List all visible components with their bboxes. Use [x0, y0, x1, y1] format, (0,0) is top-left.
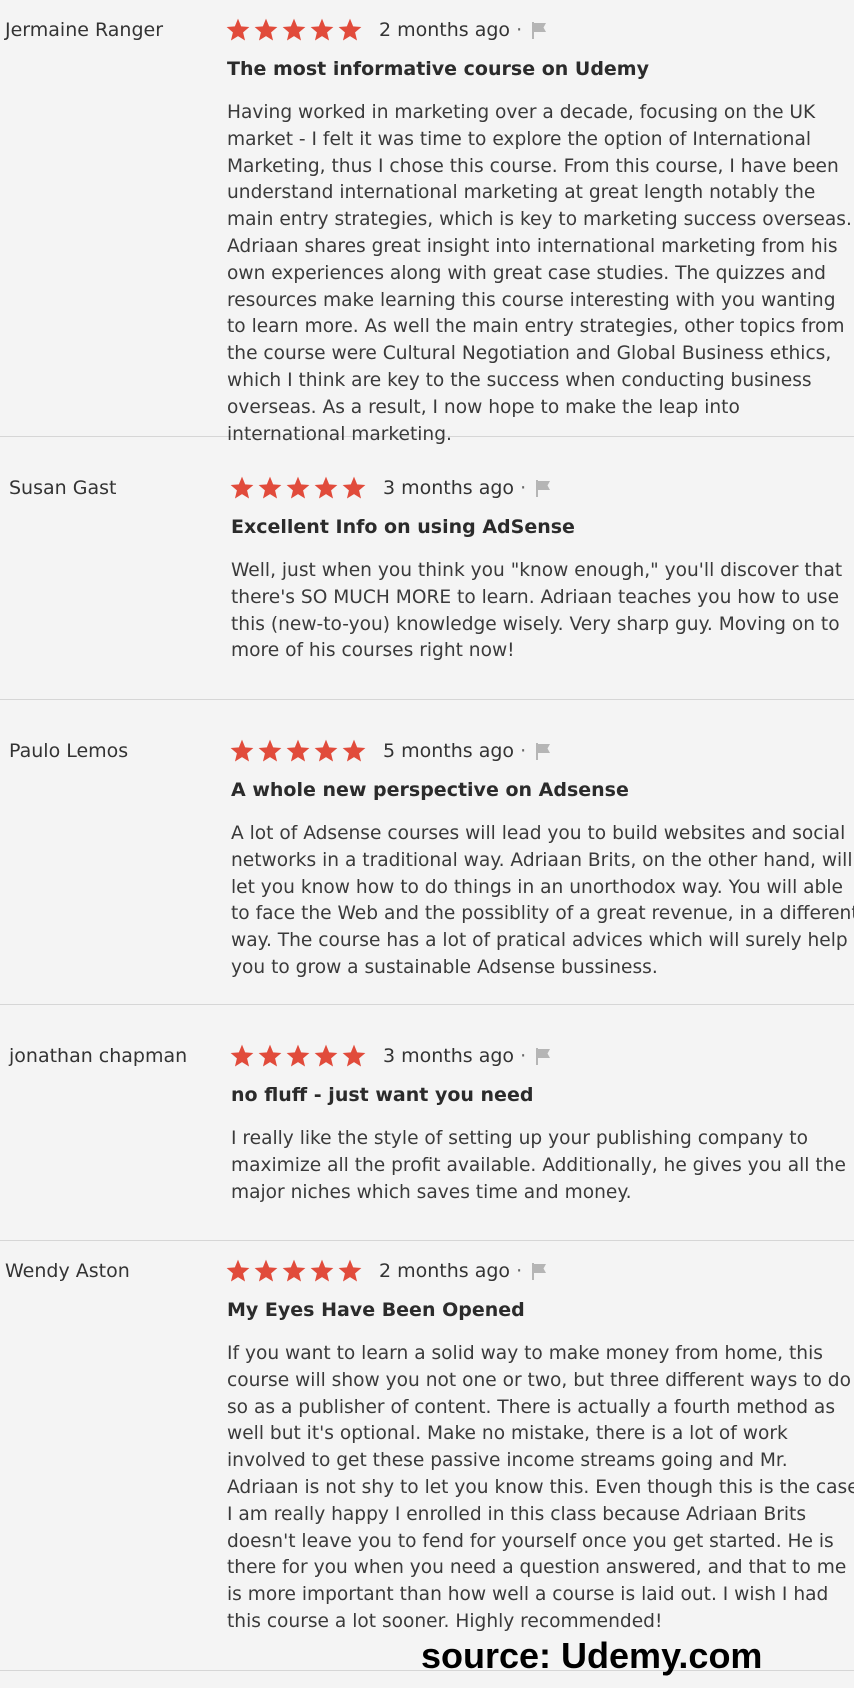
reviewer-name: Wendy Aston [5, 1260, 130, 1282]
star-icon [282, 1259, 306, 1282]
review-title: The most informative course on Udemy [227, 58, 649, 80]
star-icon [230, 1044, 254, 1067]
star-icon [230, 476, 254, 499]
star-icon [226, 1259, 250, 1282]
review-body: Well, just when you think you "know enou… [231, 560, 843, 662]
star-icon [314, 1044, 338, 1067]
separator-dot: · [516, 19, 523, 41]
reviewer-name: Susan Gast [9, 477, 117, 499]
flag-icon[interactable] [529, 1261, 549, 1281]
review-item: Wendy Aston 2 months ago · My Eyes Have … [0, 1241, 854, 1671]
review-date: 3 months ago [383, 477, 515, 499]
review-meta: 5 months ago · [229, 736, 553, 766]
review-body: A lot of Adsense courses will lead you t… [231, 823, 854, 978]
star-icon [342, 476, 366, 499]
source-caption: source: Udemy.com [421, 1635, 763, 1676]
separator-dot: · [520, 477, 527, 499]
review-body: If you want to learn a solid way to make… [227, 1343, 854, 1632]
reviewer-name: Paulo Lemos [9, 740, 129, 762]
star-icon [258, 1044, 282, 1067]
star-icon [314, 476, 338, 499]
review-date: 5 months ago [383, 740, 515, 762]
star-icon [286, 1044, 310, 1067]
separator-dot: · [520, 1045, 527, 1067]
reviewer-name: Jermaine Ranger [5, 19, 164, 41]
flag-icon[interactable] [533, 478, 553, 498]
star-icon [314, 739, 338, 762]
separator-dot: · [516, 1260, 523, 1282]
star-icon [342, 739, 366, 762]
review-title: My Eyes Have Been Opened [227, 1299, 525, 1321]
star-icon [310, 1259, 334, 1282]
review-item: Susan Gast 3 months ago · Excellent Info… [0, 437, 854, 700]
review-body: I really like the style of setting up yo… [231, 1128, 846, 1203]
review-date: 2 months ago [379, 19, 511, 41]
flag-icon[interactable] [529, 20, 549, 40]
reviewer-name: jonathan chapman [9, 1045, 188, 1067]
star-icon [230, 739, 254, 762]
review-meta: 2 months ago · [225, 1256, 549, 1286]
star-icon [342, 1044, 366, 1067]
star-rating [225, 17, 365, 43]
star-rating [229, 1043, 369, 1069]
star-rating [225, 1258, 365, 1284]
star-icon [226, 18, 250, 41]
star-icon [254, 1259, 278, 1282]
review-meta: 3 months ago · [229, 473, 553, 503]
star-icon [254, 18, 278, 41]
separator-dot: · [520, 740, 527, 762]
star-icon [338, 18, 362, 41]
star-icon [258, 476, 282, 499]
star-rating [229, 738, 369, 764]
star-icon [286, 739, 310, 762]
star-icon [310, 18, 334, 41]
review-body: Having worked in marketing over a decade… [227, 102, 852, 445]
review-title: Excellent Info on using AdSense [231, 516, 575, 538]
review-title: A whole new perspective on Adsense [231, 779, 629, 801]
review-item: jonathan chapman 3 months ago · no fluff… [0, 1005, 854, 1241]
star-icon [258, 739, 282, 762]
flag-icon[interactable] [533, 741, 553, 761]
review-item: Paulo Lemos 5 months ago · A whole new p… [0, 700, 854, 1005]
review-meta: 3 months ago · [229, 1041, 553, 1071]
review-title: no fluff - just want you need [231, 1084, 534, 1106]
review-date: 3 months ago [383, 1045, 515, 1067]
flag-icon[interactable] [533, 1046, 553, 1066]
review-date: 2 months ago [379, 1260, 511, 1282]
star-icon [338, 1259, 362, 1282]
star-icon [286, 476, 310, 499]
review-meta: 2 months ago · [225, 15, 549, 45]
star-rating [229, 475, 369, 501]
review-item: Jermaine Ranger 2 months ago · The most … [0, 0, 854, 445]
star-icon [282, 18, 306, 41]
